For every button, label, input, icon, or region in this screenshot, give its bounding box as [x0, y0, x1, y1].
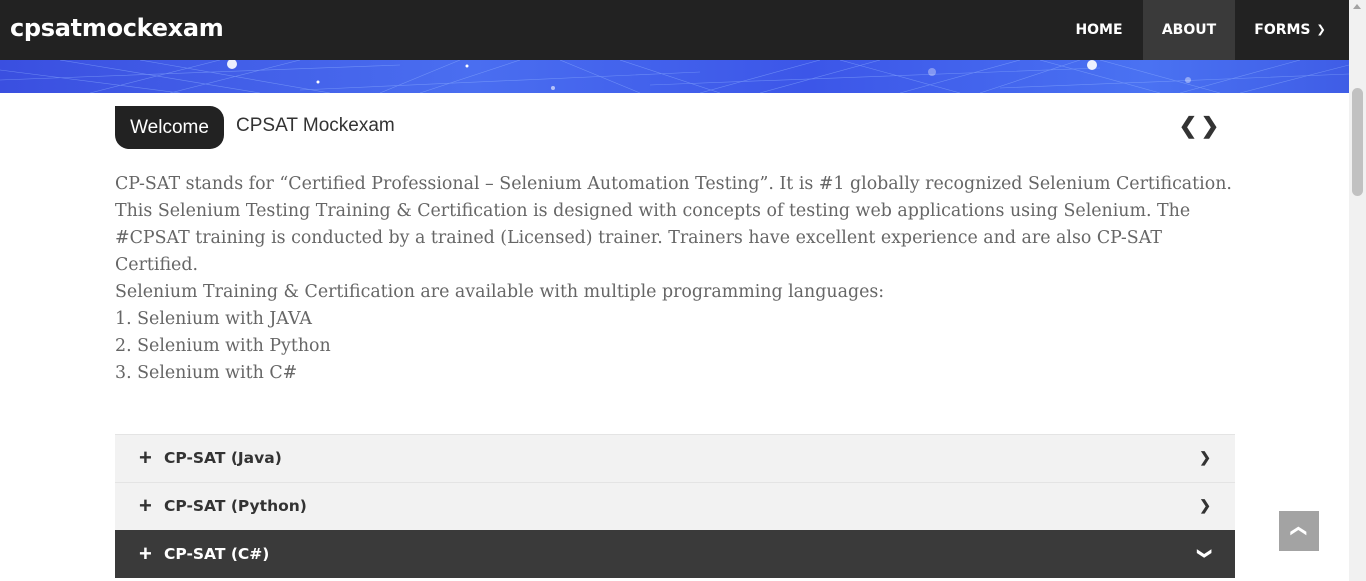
accordion-item-python[interactable]: + CP-SAT (Python) ❯: [115, 482, 1235, 530]
nav-home[interactable]: HOME: [1063, 0, 1135, 60]
language-item: 1. Selenium with JAVA: [115, 309, 312, 329]
accordion-item-csharp[interactable]: + CP-SAT (C#) ❯: [115, 530, 1235, 578]
language-item: 2. Selenium with Python: [115, 336, 331, 356]
plus-icon: +: [139, 445, 152, 470]
hero-banner: [0, 60, 1349, 93]
hero-network-pattern: [0, 60, 1349, 93]
plus-icon: +: [139, 493, 152, 518]
plus-icon: +: [139, 541, 152, 566]
chevron-right-icon: ❯: [1199, 497, 1211, 513]
site-logo[interactable]: cpsatmockexam: [10, 14, 224, 42]
chevron-up-icon: ❯: [1290, 524, 1307, 538]
chevron-down-icon: ❯: [1316, 23, 1326, 36]
intro-paragraph: CP-SAT stands for “Certified Professiona…: [115, 174, 1232, 275]
chevron-right-icon[interactable]: ❯: [1199, 114, 1221, 138]
chevron-right-icon: ❯: [1199, 449, 1211, 465]
welcome-tab: Welcome: [115, 106, 224, 149]
scrollbar-thumb[interactable]: [1352, 88, 1363, 196]
welcome-title: CPSAT Mockexam: [236, 115, 395, 136]
nav-forms[interactable]: FORMS ❯: [1240, 0, 1340, 60]
languages-block: Selenium Training & Certification are av…: [115, 279, 884, 387]
accordion-label: CP-SAT (C#): [164, 545, 270, 563]
accordion-label: CP-SAT (Python): [164, 497, 307, 515]
back-to-top-button[interactable]: ❯: [1279, 511, 1319, 551]
languages-intro: Selenium Training & Certification are av…: [115, 282, 885, 302]
nav-about[interactable]: ABOUT: [1143, 0, 1235, 60]
accordion-item-java[interactable]: + CP-SAT (Java) ❯: [115, 434, 1235, 482]
chevron-left-icon[interactable]: ❮: [1177, 114, 1199, 138]
language-item: 3. Selenium with C#: [115, 363, 298, 383]
accordion-label: CP-SAT (Java): [164, 449, 282, 467]
top-navbar: cpsatmockexam HOME ABOUT FORMS ❯: [0, 0, 1349, 60]
nav-forms-label: FORMS: [1254, 22, 1311, 38]
chevron-down-icon: ❯: [1197, 547, 1214, 560]
scroll-up-arrow-icon[interactable]: [1353, 4, 1361, 9]
